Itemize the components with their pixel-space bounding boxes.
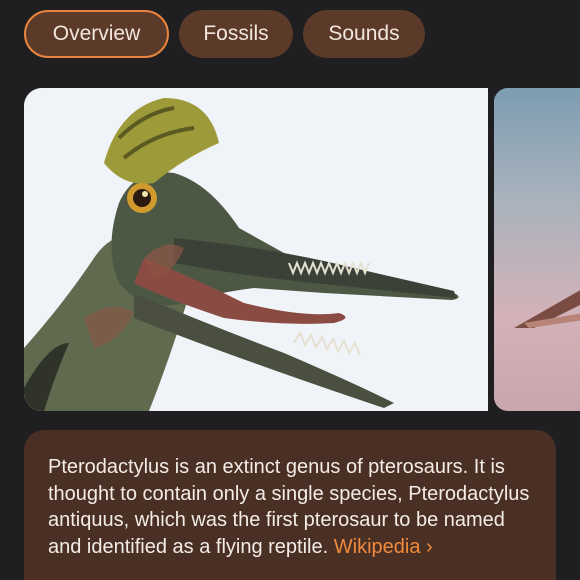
wikipedia-link-label: Wikipedia: [333, 535, 421, 558]
pterosaur-flight-image[interactable]: [494, 88, 580, 411]
description-card: Pterodactylus is an extinct genus of pte…: [24, 430, 556, 580]
pterodactylus-illustration: [24, 88, 488, 411]
chevron-right-icon: ›: [426, 535, 433, 558]
tab-sounds[interactable]: Sounds: [303, 10, 425, 58]
image-carousel: [24, 88, 580, 411]
wikipedia-link[interactable]: Wikipedia ›: [334, 536, 433, 558]
description-text: Pterodactylus is an extinct genus of pte…: [48, 454, 532, 560]
knowledge-panel: Overview Fossils Sounds Pterodactylus is…: [0, 0, 580, 580]
description-body: Pterodactylus is an extinct genus of pte…: [48, 456, 530, 558]
pterodactylus-image[interactable]: [24, 88, 488, 411]
tab-overview[interactable]: Overview: [24, 10, 169, 58]
pterosaur-flight-illustration: [494, 88, 580, 411]
tab-fossils[interactable]: Fossils: [179, 10, 293, 58]
tab-bar: Overview Fossils Sounds: [24, 10, 425, 58]
